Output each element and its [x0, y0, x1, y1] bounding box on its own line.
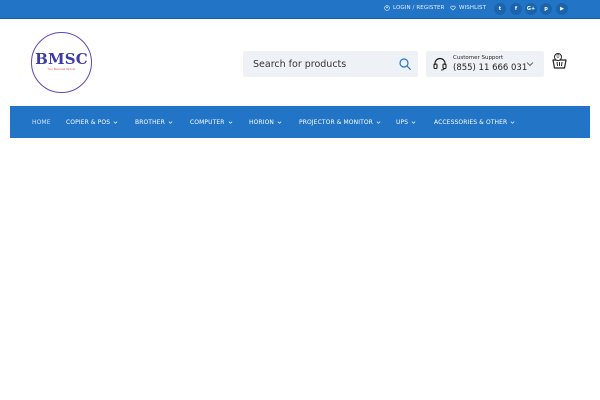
nav-item-horion[interactable]: HORION: [249, 106, 282, 138]
customer-support-box[interactable]: Customer Support (855) 11 666 031: [426, 51, 544, 77]
headset-icon: [433, 57, 447, 71]
chevron-down-icon: [168, 120, 173, 124]
search-icon: [399, 58, 411, 70]
logo-tagline: Your Business Partner: [47, 68, 76, 71]
nav-item-label: ACCESSORIES & OTHER: [434, 118, 508, 126]
pinterest-icon[interactable]: p: [540, 3, 552, 15]
nav-item-ups[interactable]: UPS: [396, 106, 416, 138]
search-bar: [243, 51, 418, 77]
nav-item-label: COPIER & POS: [66, 118, 111, 126]
user-icon: [384, 5, 390, 11]
cart-count-badge: 0: [554, 53, 562, 61]
google-plus-icon[interactable]: G+: [525, 3, 537, 15]
logo-text: BMSC: [35, 50, 88, 68]
site-logo[interactable]: BMSC Your Business Partner: [31, 32, 92, 93]
nav-item-copier-pos[interactable]: COPIER & POS: [66, 106, 118, 138]
nav-item-projector-monitor[interactable]: PROJECTOR & MONITOR: [299, 106, 381, 138]
nav-item-label: PROJECTOR & MONITOR: [299, 118, 373, 126]
nav-item-brother[interactable]: BROTHER: [135, 106, 173, 138]
nav-item-label: HORION: [249, 118, 274, 126]
main-navigation: HOME COPIER & POS BROTHER COMPUTER HORIO…: [10, 106, 590, 138]
login-register-link[interactable]: LOGIN / REGISTER: [384, 5, 444, 11]
nav-item-label: UPS: [396, 118, 409, 126]
nav-item-label: HOME: [32, 118, 51, 126]
twitter-icon[interactable]: t: [494, 3, 506, 15]
nav-item-label: BROTHER: [135, 118, 165, 126]
search-input[interactable]: [253, 51, 393, 77]
chevron-down-icon: [113, 120, 118, 124]
support-label: Customer Support: [453, 55, 504, 61]
nav-item-accessories-other[interactable]: ACCESSORIES & OTHER: [434, 106, 515, 138]
top-bar: LOGIN / REGISTER WISHLIST t f G+ p ▶: [0, 0, 600, 19]
chevron-down-icon: [277, 120, 282, 124]
wishlist-link[interactable]: WISHLIST: [450, 5, 486, 11]
chevron-down-icon: [510, 120, 515, 124]
wishlist-label: WISHLIST: [459, 5, 487, 11]
nav-item-label: COMPUTER: [190, 118, 225, 126]
nav-item-home[interactable]: HOME: [32, 106, 51, 138]
support-phone: (855) 11 666 031: [453, 63, 528, 73]
login-register-label: LOGIN / REGISTER: [393, 5, 445, 11]
chevron-down-icon: [526, 62, 534, 67]
facebook-icon[interactable]: f: [510, 3, 522, 15]
heart-icon: [450, 5, 456, 11]
chevron-down-icon: [411, 120, 416, 124]
chevron-down-icon: [376, 120, 381, 124]
youtube-icon[interactable]: ▶: [556, 3, 568, 15]
nav-item-computer[interactable]: COMPUTER: [190, 106, 233, 138]
chevron-down-icon: [228, 120, 232, 124]
search-button[interactable]: [396, 55, 414, 73]
